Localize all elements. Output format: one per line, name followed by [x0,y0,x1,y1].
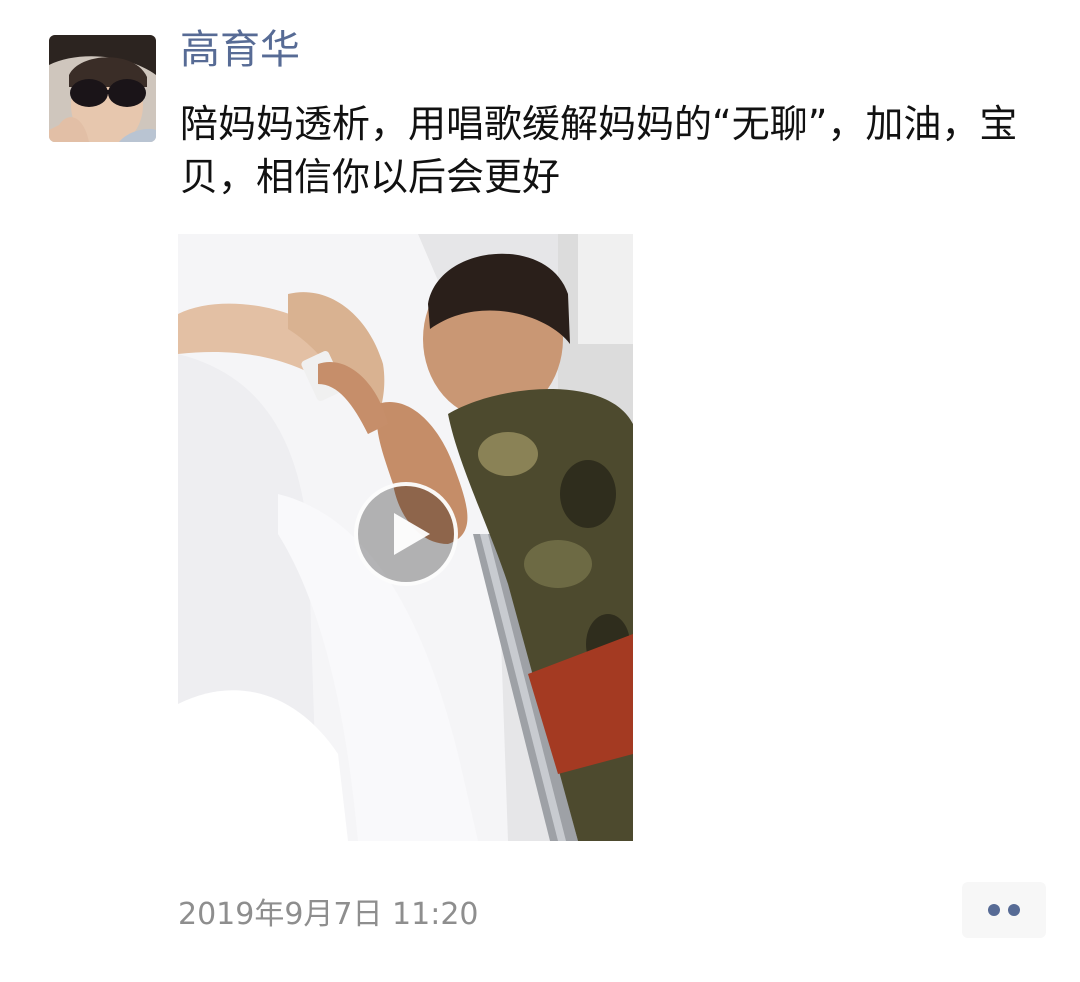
play-button[interactable] [354,482,458,586]
post-timestamp: 2019年9月7日 11:20 [178,897,479,932]
more-dots-icon [1008,904,1020,916]
avatar[interactable] [49,35,156,142]
post-text: 陪妈妈透析，用唱歌缓解妈妈的“无聊”，加油，宝贝，相信你以后会更好 [180,102,1018,199]
more-dots-icon [988,904,1000,916]
author-name[interactable]: 高育华 [180,26,300,74]
moments-post: 高育华 陪妈妈透析，用唱歌缓解妈妈的“无聊”，加油，宝贝，相信你以后会更好 20… [0,0,1080,982]
avatar-photo [49,35,156,142]
video-thumbnail[interactable] [178,234,633,841]
more-actions-button[interactable] [962,882,1046,938]
play-icon [394,513,430,555]
